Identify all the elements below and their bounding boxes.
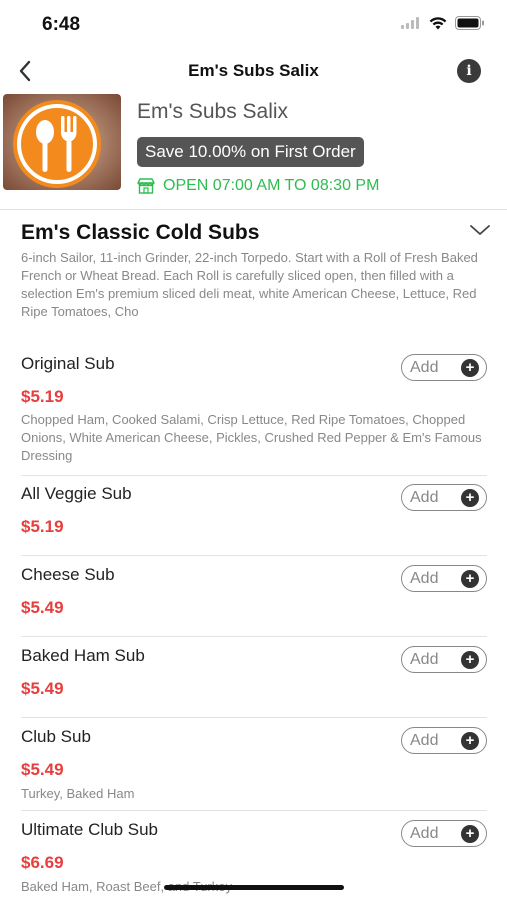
add-label: Add	[410, 824, 439, 842]
item-description: Chopped Ham, Cooked Salami, Crisp Lettuc…	[21, 412, 482, 463]
divider	[21, 555, 487, 556]
menu-item[interactable]: All Veggie Sub $5.19 Add +	[21, 484, 487, 544]
item-price: $5.49	[21, 679, 64, 698]
divider	[0, 209, 507, 210]
category-description: 6-inch Sailor, 11-inch Grinder, 22-inch …	[21, 250, 478, 319]
item-price: $5.49	[21, 598, 64, 617]
item-price: $5.49	[21, 760, 64, 779]
add-button[interactable]: Add +	[401, 646, 487, 673]
category-header[interactable]: Em's Classic Cold Subs	[21, 221, 491, 245]
status-bar: 6:48	[0, 0, 507, 48]
plus-icon: +	[461, 824, 479, 843]
status-time: 6:48	[42, 14, 81, 35]
menu-item[interactable]: Club Sub $5.49 Turkey, Baked Ham Add +	[21, 727, 487, 805]
add-button[interactable]: Add +	[401, 727, 487, 754]
plus-icon: +	[461, 488, 479, 507]
chevron-down-icon[interactable]	[469, 223, 491, 237]
plus-icon: +	[461, 731, 479, 750]
add-label: Add	[410, 569, 439, 587]
status-icons	[401, 16, 485, 30]
navigation-bar: Em's Subs Salix i	[0, 52, 507, 92]
promo-badge: Save 10.00% on First Order	[137, 137, 364, 167]
plus-icon: +	[461, 650, 479, 669]
signal-icon	[401, 17, 419, 29]
item-price: $6.69	[21, 853, 64, 872]
page-title: Em's Subs Salix	[188, 61, 319, 80]
menu-item[interactable]: Original Sub $5.19 Chopped Ham, Cooked S…	[21, 354, 487, 469]
add-button[interactable]: Add +	[401, 354, 487, 381]
menu-item[interactable]: Cheese Sub $5.49 Add +	[21, 565, 487, 625]
add-label: Add	[410, 731, 439, 749]
store-name: Em's Subs Salix	[137, 100, 289, 123]
item-price: $5.19	[21, 387, 64, 406]
divider	[21, 810, 487, 811]
item-description: Turkey, Baked Ham	[21, 786, 135, 801]
add-button[interactable]: Add +	[401, 484, 487, 511]
menu-item[interactable]: Baked Ham Sub $5.49 Add +	[21, 646, 487, 706]
store-logo	[3, 94, 121, 190]
store-hours: OPEN 07:00 AM TO 08:30 PM	[137, 177, 379, 195]
plus-icon: +	[461, 358, 479, 377]
category-title: Em's Classic Cold Subs	[21, 221, 260, 244]
add-button[interactable]: Add +	[401, 565, 487, 592]
battery-icon	[455, 16, 484, 30]
divider	[21, 475, 487, 476]
add-label: Add	[410, 650, 439, 668]
wifi-icon	[429, 16, 447, 29]
divider	[21, 717, 487, 718]
info-icon[interactable]: i	[457, 59, 481, 83]
add-label: Add	[410, 488, 439, 506]
item-price: $5.19	[21, 517, 64, 536]
plus-icon: +	[461, 569, 479, 588]
add-label: Add	[410, 358, 439, 376]
add-button[interactable]: Add +	[401, 820, 487, 847]
hours-text: OPEN 07:00 AM TO 08:30 PM	[163, 177, 380, 194]
store-header: Em's Subs Salix Save 10.00% on First Ord…	[0, 92, 507, 204]
store-icon	[137, 178, 155, 194]
divider	[21, 636, 487, 637]
home-indicator[interactable]	[164, 885, 344, 890]
